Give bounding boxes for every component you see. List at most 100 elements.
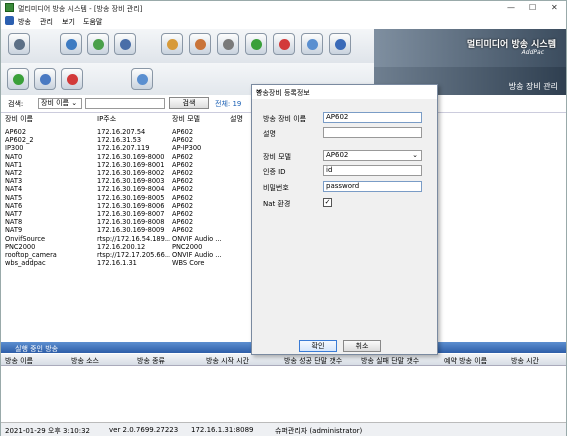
close-button[interactable]: ✕ (551, 3, 558, 12)
tool-search-button[interactable] (301, 33, 323, 55)
cancel-button[interactable]: 취소 (343, 340, 381, 352)
cell-model: AP602 (172, 177, 194, 186)
cell-ip: 172.16.30.169-8001 (97, 160, 165, 169)
running-broadcast-header: 방송 이름 방송 소스 방송 종류 방송 시작 시간 방송 성공 단말 갯수 방… (1, 354, 566, 366)
banner-brand: AddPac (521, 49, 544, 56)
dialog-close-icon[interactable]: ✕ (256, 88, 432, 96)
col-header-model[interactable]: 장비 모델 (172, 114, 200, 124)
cell-model: AP602 (172, 136, 194, 145)
refresh-device-button[interactable] (131, 68, 153, 90)
bp-col-reserved[interactable]: 예약 방송 이름 (444, 356, 487, 366)
table-row[interactable]: wbs_addpac 172.16.1.31 WBS Core (1, 259, 251, 267)
cell-model: AP602 (172, 128, 194, 136)
table-row[interactable]: NAT0 172.16.30.169-8000 AP602 (1, 153, 251, 161)
table-row[interactable]: AP602_2 172.16.31.53 AP602 (1, 136, 251, 144)
ok-button[interactable]: 확인 (299, 340, 337, 352)
search-button[interactable]: 검색 (169, 97, 209, 109)
window-title: 멀티미디어 방송 시스템 - [방송 장비 관리] (18, 5, 143, 13)
table-row[interactable]: NAT7 172.16.30.169-8007 AP602 (1, 210, 251, 218)
search-field-select[interactable]: 장비 이름 ⌄ (38, 98, 82, 109)
app-window: 멀티미디어 방송 시스템 - [방송 장비 관리] — ☐ ✕ 방송 관리 보기… (0, 0, 567, 436)
desc-input[interactable] (323, 127, 422, 138)
auth-id-input[interactable]: id (323, 165, 422, 176)
cell-ip: 172.16.30.169-8007 (97, 210, 165, 218)
tool-broadcast-button[interactable] (8, 33, 30, 55)
password-input[interactable]: password (323, 181, 422, 192)
cell-model: ONVIF Audio ... (172, 251, 222, 259)
bp-col-success[interactable]: 방송 성공 단말 갯수 (284, 356, 342, 366)
name-label: 방송 장비 이름 (263, 115, 307, 123)
device-grid: 장비 이름 IP주소 장비 모델 설명 AP602 172.16.207.54 AP… (1, 114, 251, 342)
cell-name: NAT9 (5, 226, 23, 235)
edit-device-button[interactable] (34, 68, 56, 90)
cell-model: AP602 (172, 152, 194, 161)
col-header-name[interactable]: 장비 이름 (5, 114, 33, 124)
cell-model: AP-IP300 (172, 144, 202, 153)
bp-col-name[interactable]: 방송 이름 (5, 356, 33, 366)
table-row[interactable]: NAT1 172.16.30.169-8001 AP602 (1, 161, 251, 169)
cell-name: rooftop_camera (5, 251, 57, 259)
bp-col-start[interactable]: 방송 시작 시간 (206, 356, 249, 366)
cell-ip: 172.16.207.54 (97, 128, 146, 136)
name-input[interactable]: AP602 (323, 112, 422, 123)
cell-name: NAT0 (5, 152, 23, 161)
cell-name: NAT1 (5, 160, 23, 169)
cell-name: NAT2 (5, 169, 23, 177)
col-header-ip[interactable]: IP주소 (97, 114, 116, 124)
bp-col-fail[interactable]: 방송 실패 단말 갯수 (361, 356, 419, 366)
table-row[interactable]: PNC2000 172.16.200.12 PNC2000 (1, 243, 251, 251)
menu-broadcast[interactable]: 방송 (18, 17, 31, 27)
table-row[interactable]: NAT5 172.16.30.169-8005 AP602 (1, 194, 251, 202)
running-broadcast-title: 실행 중인 방송 (15, 345, 59, 353)
cell-ip: rtsp://172.16.54.189... (97, 234, 170, 243)
tool-group-button[interactable] (87, 33, 109, 55)
bp-col-time[interactable]: 방송 시간 (511, 356, 539, 366)
nat-checkbox[interactable]: ✓ (323, 198, 332, 207)
app-icon (5, 3, 14, 12)
table-row[interactable]: NAT4 172.16.30.169-8004 AP602 (1, 185, 251, 193)
menu-view[interactable]: 보기 (62, 17, 75, 27)
table-row[interactable]: NAT2 172.16.30.169-8002 AP602 (1, 169, 251, 177)
tool-users-button[interactable] (189, 33, 211, 55)
tool-camera-button[interactable] (114, 33, 136, 55)
cell-ip: 172.16.30.169-8000 (97, 152, 165, 161)
tool-play-button[interactable] (245, 33, 267, 55)
model-select[interactable]: AP602 ⌄ (323, 150, 422, 161)
cell-name: AP602_2 (5, 136, 34, 145)
table-row[interactable]: IP300 172.16.207.119 AP-IP300 (1, 144, 251, 152)
menu-manage[interactable]: 관리 (40, 17, 53, 27)
table-row[interactable]: rooftop_camera rtsp://172.17.205.66... ONV… (1, 251, 251, 259)
cell-ip: 172.16.30.169-8002 (97, 169, 165, 177)
cell-ip: 172.16.30.169-8009 (97, 226, 165, 235)
menu-app-icon[interactable] (5, 16, 14, 25)
cell-model: AP602 (172, 160, 194, 169)
maximize-button[interactable]: ☐ (529, 3, 536, 12)
tool-file-button[interactable] (161, 33, 183, 55)
cell-name: wbs_addpac (5, 259, 46, 268)
tool-device-button[interactable] (60, 33, 82, 55)
table-row[interactable]: NAT3 172.16.30.169-8003 AP602 (1, 177, 251, 185)
add-device-button[interactable] (7, 68, 29, 90)
header-banner: 멀티미디어 방송 시스템 AddPac (374, 29, 566, 67)
table-row[interactable]: NAT8 172.16.30.169-8008 AP602 (1, 218, 251, 226)
cell-ip: 172.16.30.169-8003 (97, 177, 165, 186)
bp-col-type[interactable]: 방송 종류 (137, 356, 165, 366)
tool-admin-button[interactable] (329, 33, 351, 55)
cell-name: NAT5 (5, 193, 23, 202)
dialog-titlebar: 방송장비 등록정보 ✕ (252, 85, 437, 99)
search-input[interactable] (85, 98, 165, 109)
menu-help[interactable]: 도움말 (83, 17, 102, 27)
cell-model: WBS Core (172, 259, 205, 268)
col-header-desc[interactable]: 설명 (230, 114, 243, 124)
table-row[interactable]: OnvifSource rtsp://172.16.54.189... ONVIF … (1, 235, 251, 243)
table-row[interactable]: NAT9 172.16.30.169-8009 AP602 (1, 226, 251, 234)
tool-record-button[interactable] (273, 33, 295, 55)
cell-ip: 172.16.207.119 (97, 144, 150, 153)
table-row[interactable]: NAT6 172.16.30.169-8006 AP602 (1, 202, 251, 210)
cell-model: AP602 (172, 210, 194, 218)
tool-settings-button[interactable] (217, 33, 239, 55)
table-row[interactable]: AP602 172.16.207.54 AP602 (1, 128, 251, 136)
bp-col-source[interactable]: 방송 소스 (71, 356, 99, 366)
delete-device-button[interactable] (61, 68, 83, 90)
minimize-button[interactable]: — (507, 3, 515, 12)
